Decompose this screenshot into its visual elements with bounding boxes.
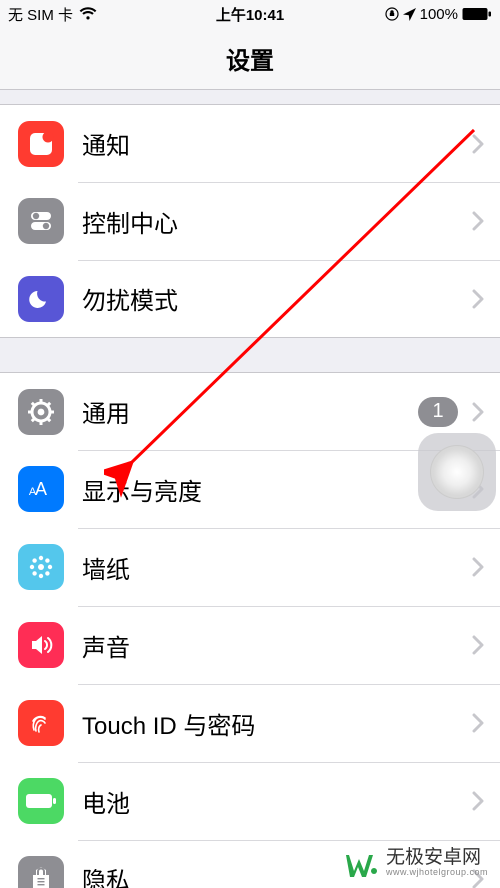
row-label: 通用 <box>82 394 418 429</box>
page-title: 设置 <box>226 41 274 76</box>
touchid-icon <box>18 700 64 746</box>
row-label: 控制中心 <box>82 204 472 239</box>
watermark-url: www.wjhotelgroup.com <box>386 868 488 877</box>
row-label: 声音 <box>82 628 472 663</box>
row-label: 显示与亮度 <box>82 472 472 507</box>
row-label: 通知 <box>82 126 472 161</box>
assistive-touch-button[interactable] <box>418 433 496 511</box>
status-bar: 无 SIM 卡 上午10:41 100% <box>0 0 500 28</box>
notifications-icon <box>18 121 64 167</box>
row-label: 墙纸 <box>82 550 472 585</box>
status-time: 上午10:41 <box>0 4 500 25</box>
control-center-icon <box>18 198 64 244</box>
svg-text:A: A <box>29 486 37 498</box>
sounds-icon <box>18 622 64 668</box>
chevron-right-icon <box>472 211 484 231</box>
svg-text:A: A <box>35 479 47 499</box>
privacy-icon <box>18 856 64 888</box>
row-notifications[interactable]: 通知 <box>0 104 500 182</box>
chevron-right-icon <box>472 635 484 655</box>
row-touchid[interactable]: Touch ID 与密码 <box>0 684 500 762</box>
row-label: Touch ID 与密码 <box>82 706 472 741</box>
chevron-right-icon <box>472 289 484 309</box>
row-battery[interactable]: 电池 <box>0 762 500 840</box>
chevron-right-icon <box>472 713 484 733</box>
chevron-right-icon <box>472 791 484 811</box>
settings-group: 通知 控制中心 勿扰模式 <box>0 104 500 338</box>
nav-bar: 设置 <box>0 28 500 90</box>
row-label: 勿扰模式 <box>82 281 472 316</box>
display-icon: AA <box>18 466 64 512</box>
row-dnd[interactable]: 勿扰模式 <box>0 260 500 338</box>
notification-badge: 1 <box>418 397 458 427</box>
watermark: 无极安卓网 www.wjhotelgroup.com <box>346 846 488 880</box>
row-wallpaper[interactable]: 墙纸 <box>0 528 500 606</box>
chevron-right-icon <box>472 134 484 154</box>
watermark-brand: 无极安卓网 <box>386 848 488 868</box>
wallpaper-icon <box>18 544 64 590</box>
battery-row-icon <box>18 778 64 824</box>
watermark-logo-icon <box>346 846 380 880</box>
general-icon <box>18 389 64 435</box>
row-label: 电池 <box>82 784 472 819</box>
chevron-right-icon <box>472 402 484 422</box>
row-control-center[interactable]: 控制中心 <box>0 182 500 260</box>
row-sounds[interactable]: 声音 <box>0 606 500 684</box>
chevron-right-icon <box>472 557 484 577</box>
assistive-touch-inner <box>430 445 484 499</box>
dnd-icon <box>18 276 64 322</box>
